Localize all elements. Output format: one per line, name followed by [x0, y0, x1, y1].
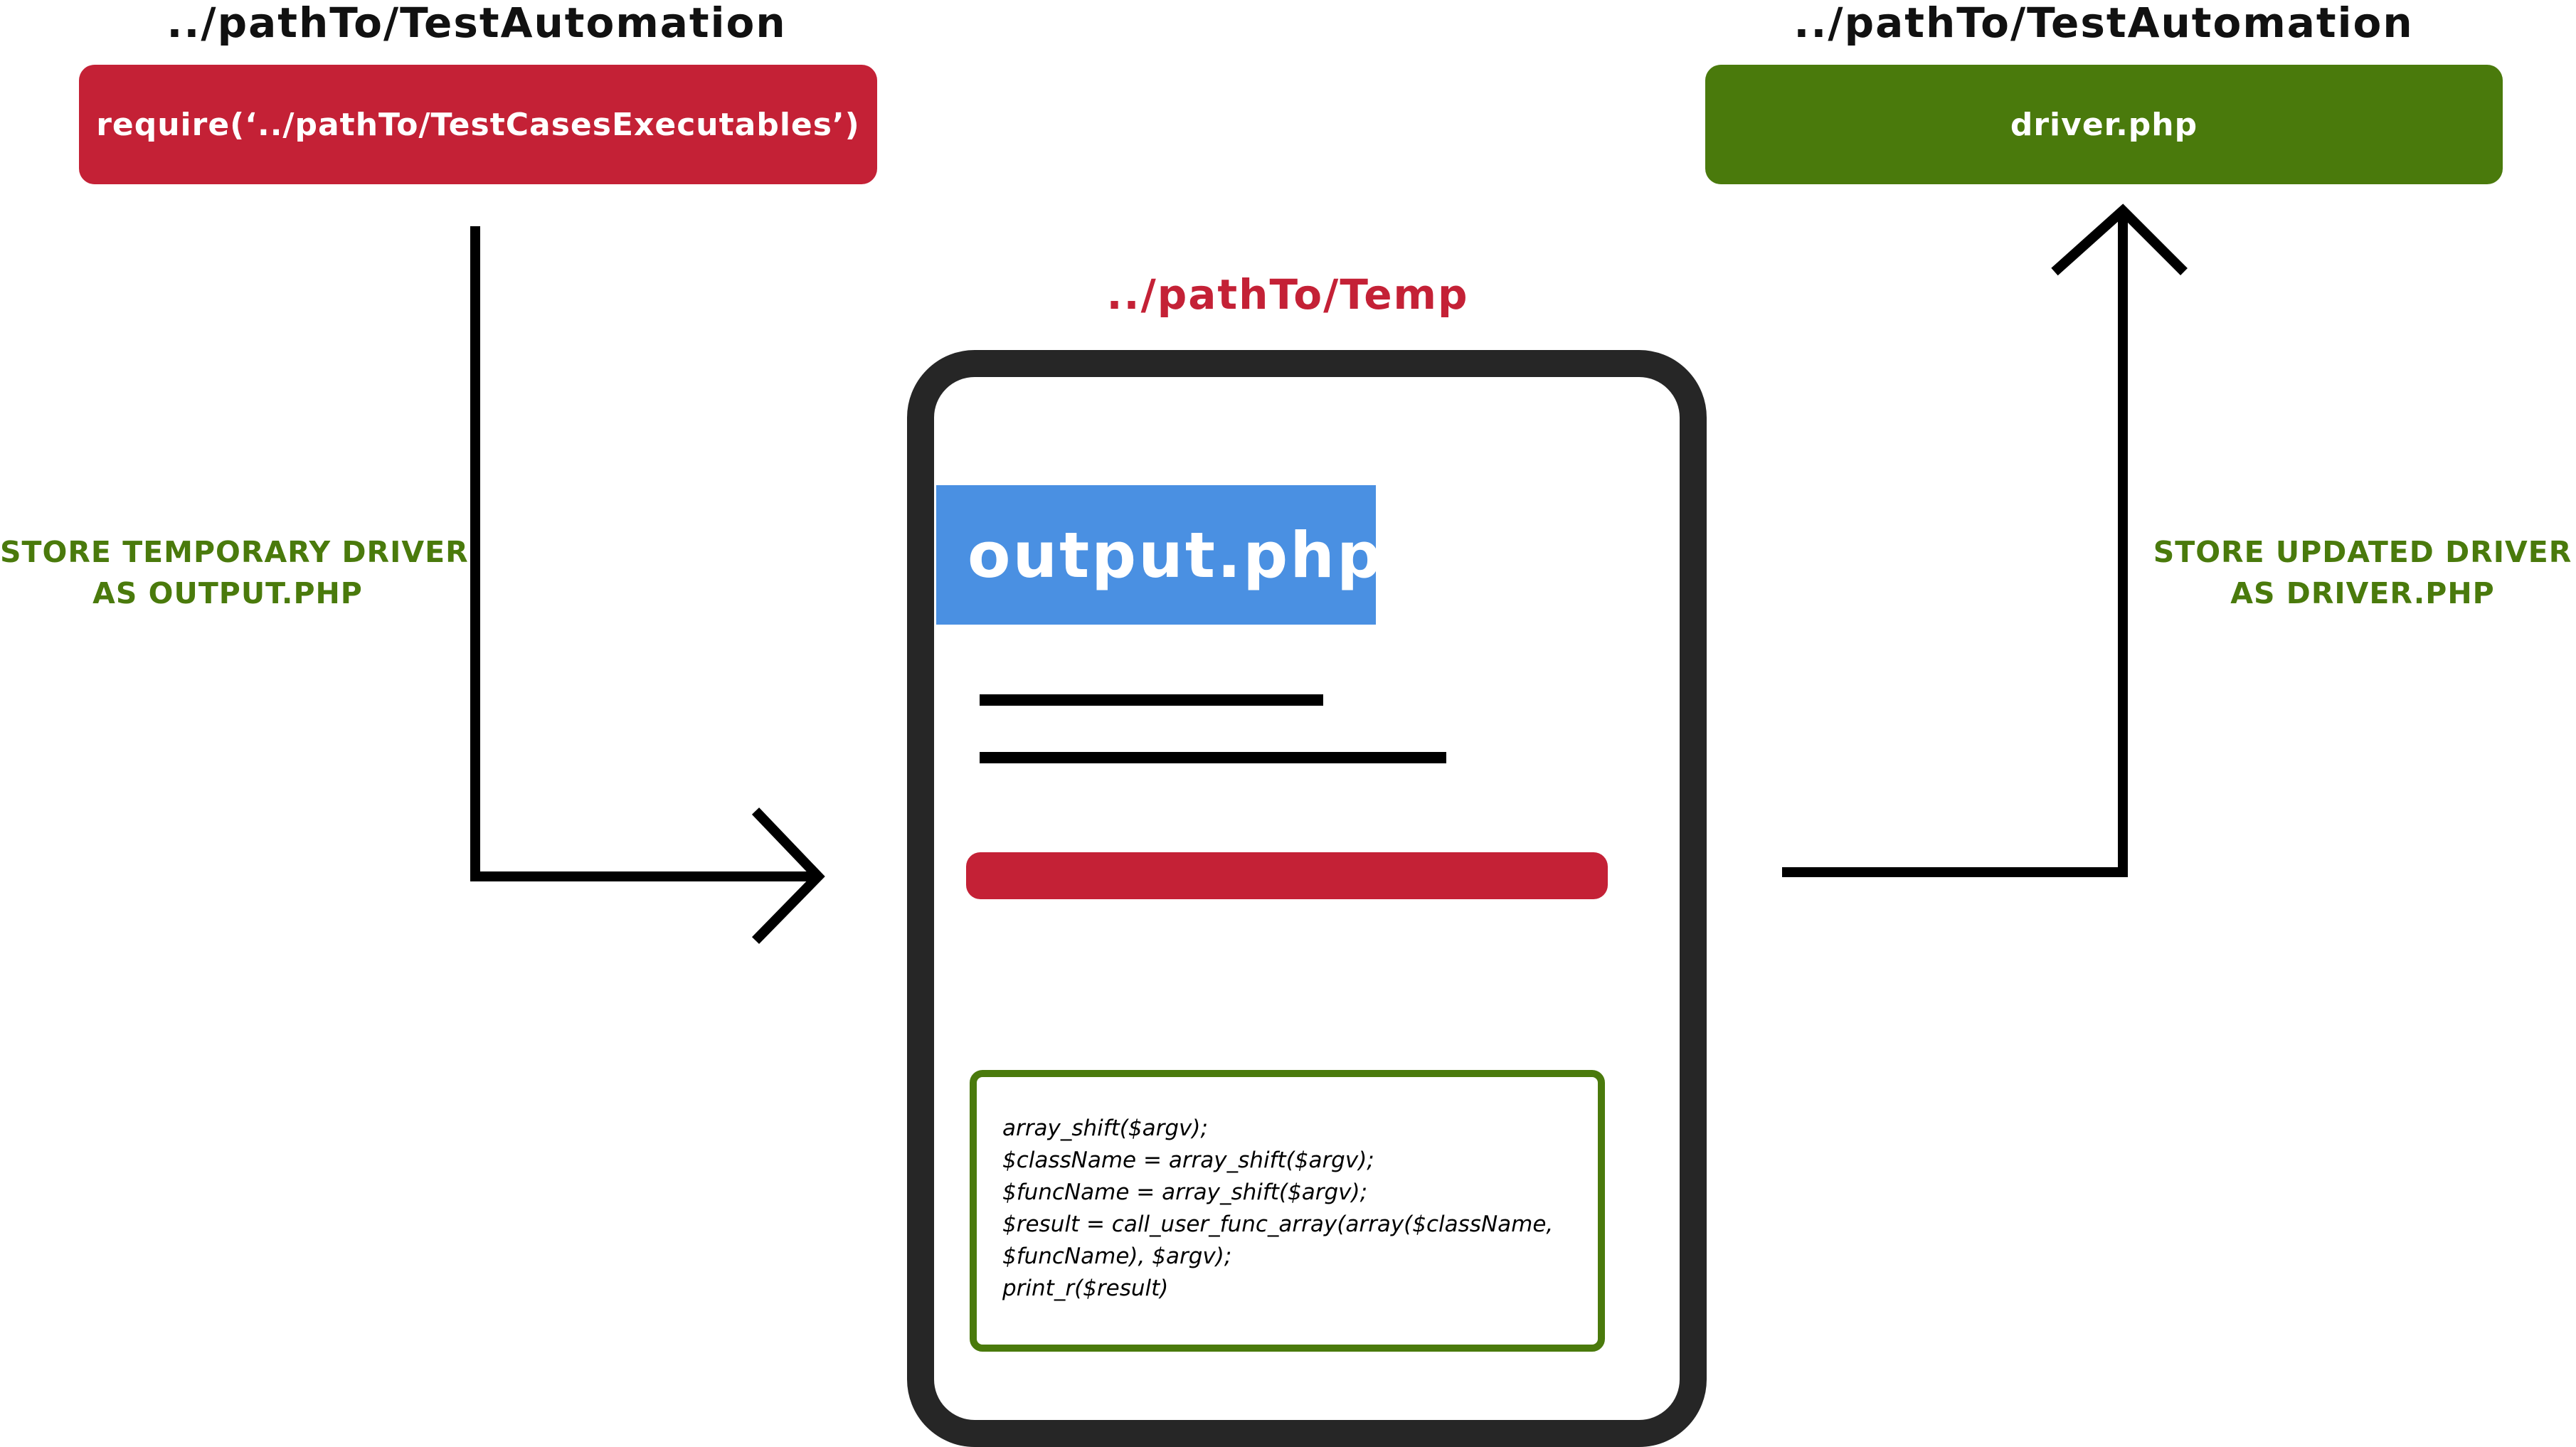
arrow-to-output-php: [470, 226, 817, 881]
flow-arrows: [470, 203, 2188, 944]
arrow-to-driver-php: [1782, 215, 2128, 877]
